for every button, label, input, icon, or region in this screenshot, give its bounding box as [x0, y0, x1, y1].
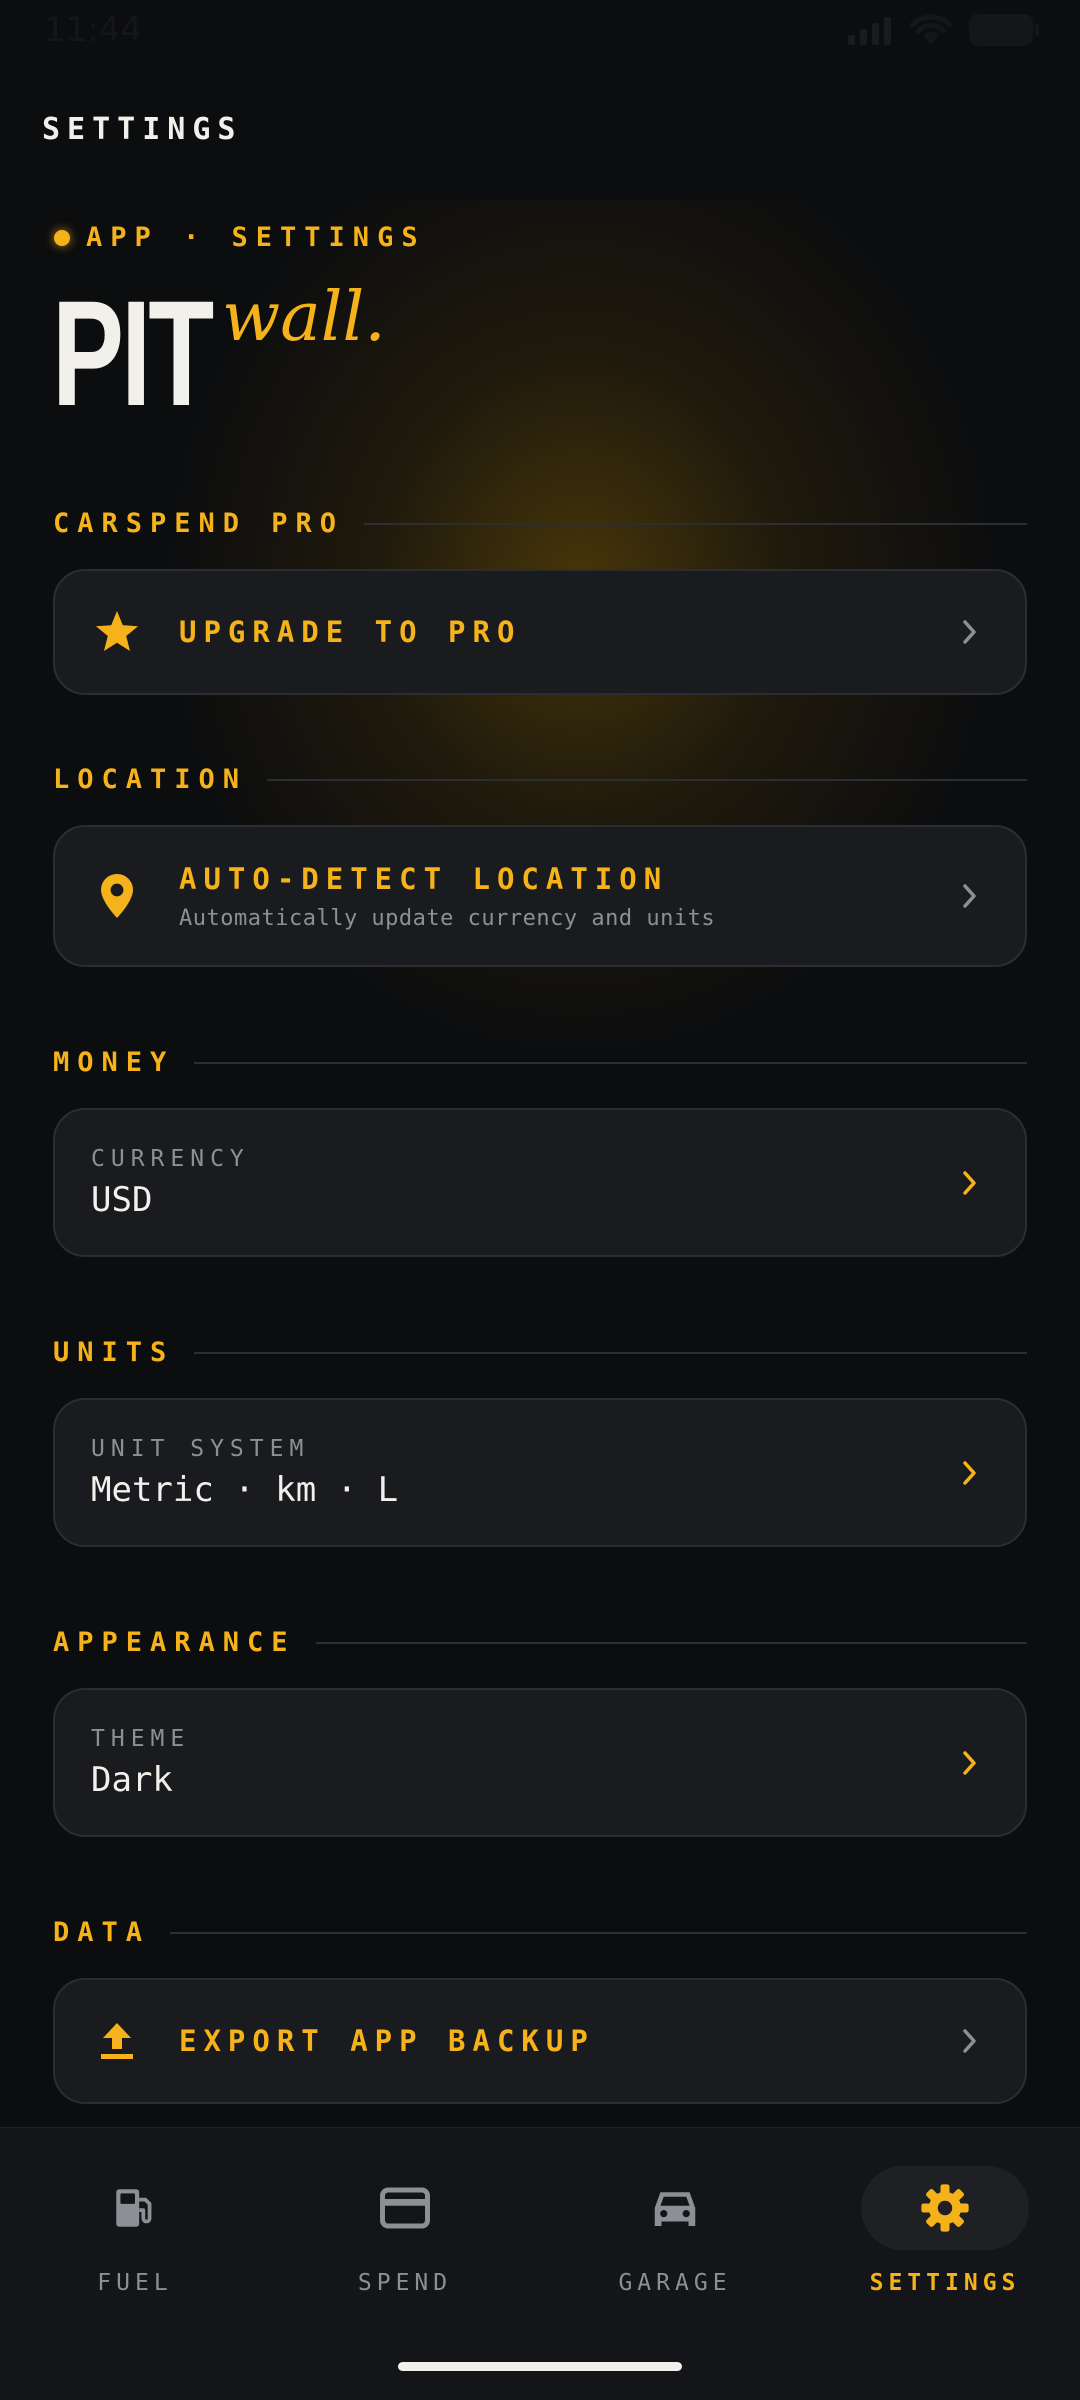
eyebrow-dot-icon — [54, 229, 70, 246]
section-label-text: CARSPEND PRO — [53, 508, 345, 539]
status-icons — [846, 13, 1040, 47]
tab-label: GARAGE — [618, 2270, 732, 2296]
tab-label: SPEND — [357, 2270, 453, 2296]
theme-setting[interactable]: THEME Dark — [53, 1688, 1027, 1837]
wifi-icon — [909, 14, 953, 45]
export-title: EXPORT APP BACKUP — [179, 2024, 595, 2058]
signal-icon — [848, 17, 891, 45]
car-icon — [654, 2192, 696, 2226]
tab-settings[interactable]: SETTINGS — [810, 2128, 1080, 2328]
chevron-right-icon — [963, 2029, 976, 2053]
section-divider — [267, 778, 1027, 781]
unit-system-value: Metric · km · L — [91, 1469, 399, 1510]
upload-icon — [55, 2021, 179, 2061]
section-label-text: MONEY — [53, 1047, 175, 1078]
battery-icon — [969, 14, 1039, 46]
tab-fuel[interactable]: FUEL — [0, 2128, 270, 2328]
section-label-text: DATA — [53, 1917, 151, 1948]
section-label-units: UNITS — [53, 1337, 1027, 1368]
unit-system-label: UNIT SYSTEM — [91, 1435, 310, 1462]
section-divider — [170, 1931, 1027, 1934]
chevron-right-icon — [963, 620, 976, 644]
upgrade-title: UPGRADE TO PRO — [179, 615, 522, 649]
chevron-right-icon — [963, 1460, 976, 1485]
fuel-pump-icon — [116, 2189, 152, 2227]
section-label-pro: CARSPEND PRO — [53, 508, 1027, 539]
section-divider — [315, 1641, 1027, 1644]
bottom-tab-bar: FUEL SPEND GARAGE SETTINGS — [0, 2127, 1080, 2400]
theme-value: Dark — [91, 1759, 173, 1800]
tab-label: FUEL — [97, 2270, 173, 2296]
upgrade-to-pro-button[interactable]: UPGRADE TO PRO — [53, 569, 1027, 695]
section-label-text: UNITS — [53, 1337, 175, 1368]
chevron-right-icon — [963, 1750, 976, 1775]
section-label-appearance: APPEARANCE — [53, 1627, 1027, 1658]
auto-detect-location-button[interactable]: AUTO-DETECT LOCATION Automatically updat… — [53, 825, 1027, 967]
tab-garage[interactable]: GARAGE — [540, 2128, 810, 2328]
section-label-text: APPEARANCE — [53, 1627, 296, 1658]
tab-label: SETTINGS — [869, 2270, 1021, 2296]
eyebrow-text: APP · SETTINGS — [86, 222, 426, 253]
section-label-text: LOCATION — [53, 764, 248, 795]
currency-setting[interactable]: CURRENCY USD — [53, 1108, 1027, 1257]
page-title: SETTINGS — [42, 112, 243, 147]
currency-value: USD — [91, 1179, 153, 1220]
hero-title-script: wall. — [222, 278, 386, 357]
section-label-location: LOCATION — [53, 764, 1027, 795]
section-divider — [194, 1351, 1027, 1354]
currency-label: CURRENCY — [91, 1145, 250, 1172]
star-icon — [55, 609, 179, 655]
credit-card-icon — [380, 2187, 430, 2229]
section-divider — [364, 522, 1027, 525]
hero-title-main: PIT — [52, 269, 214, 437]
chevron-right-icon — [963, 884, 976, 908]
tab-spend[interactable]: SPEND — [270, 2128, 540, 2328]
location-title: AUTO-DETECT LOCATION — [179, 861, 669, 896]
chevron-right-icon — [963, 1170, 976, 1195]
map-pin-icon — [55, 872, 179, 920]
gear-icon — [921, 2184, 969, 2232]
section-divider — [194, 1061, 1027, 1064]
section-label-money: MONEY — [53, 1047, 1027, 1078]
theme-label: THEME — [91, 1725, 191, 1752]
location-subtitle: Automatically update currency and units — [179, 905, 716, 931]
status-bar: 11:44 — [0, 0, 1080, 60]
home-indicator — [398, 2362, 682, 2371]
section-label-data: DATA — [53, 1917, 1027, 1948]
hero-eyebrow: APP · SETTINGS — [54, 222, 426, 253]
status-time: 11:44 — [44, 10, 142, 50]
unit-system-setting[interactable]: UNIT SYSTEM Metric · km · L — [53, 1398, 1027, 1547]
export-app-backup-button[interactable]: EXPORT APP BACKUP — [53, 1978, 1027, 2104]
